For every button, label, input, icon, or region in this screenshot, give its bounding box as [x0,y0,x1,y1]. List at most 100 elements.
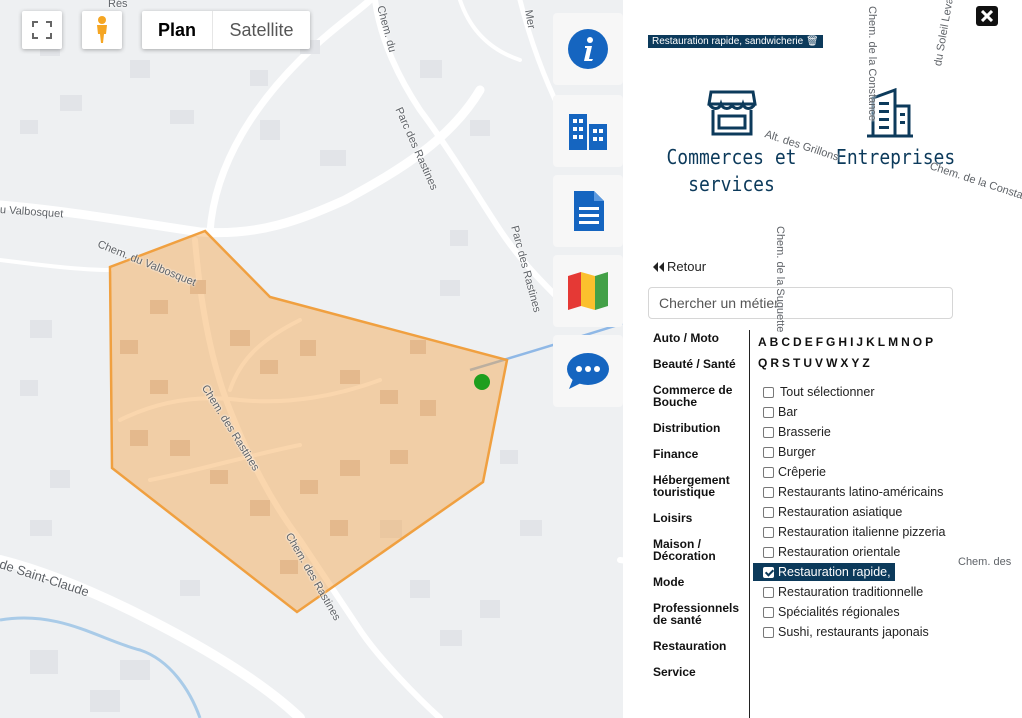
location-marker[interactable] [474,374,490,390]
tool-rail [553,13,623,718]
checkbox-label: Sushi, restaurants japonais [778,625,929,639]
map-type-satellite-button[interactable]: Satellite [213,11,310,49]
buildings-icon [569,114,607,150]
sector-label: Restauration [653,639,727,653]
checkbox[interactable] [763,526,774,538]
letter-d[interactable]: D [793,335,802,349]
letter-r[interactable]: R [770,356,779,370]
letter-u[interactable]: U [803,356,812,370]
checkbox-item-burger[interactable]: Burger [753,443,816,461]
checkbox[interactable] [763,606,774,618]
sector-label-2: touristique [653,485,715,499]
sector-commerce-bouche[interactable]: Commerce de Bouche [653,384,748,408]
chat-icon [567,353,609,389]
sector-label: Beauté / Santé [653,357,736,371]
chat-tool-button[interactable] [553,335,623,407]
checkbox[interactable] [763,506,774,518]
checkbox[interactable] [763,426,774,438]
checkbox-label: Spécialités régionales [778,605,900,619]
sector-auto-moto[interactable]: Auto / Moto [653,332,748,344]
sector-beaute-sante[interactable]: Beauté / Santé [653,358,748,370]
checkbox-item-italienne[interactable]: Restauration italienne pizzeria [753,523,945,541]
sector-mode[interactable]: Mode [653,576,748,588]
letter-v[interactable]: V [815,356,823,370]
info-icon [568,29,608,69]
category-commerces-label-2: services [688,172,775,196]
sector-label-2: Décoration [653,549,716,563]
letter-o[interactable]: O [913,335,922,349]
street-view-pegman[interactable] [82,11,122,49]
trade-search-input[interactable] [648,287,953,319]
letter-q[interactable]: Q [758,356,767,370]
checkbox[interactable] [763,586,774,598]
checkbox[interactable] [763,626,774,638]
sector-finance[interactable]: Finance [653,448,748,460]
letter-w[interactable]: W [826,356,837,370]
sector-maison-decoration[interactable]: Maison / Décoration [653,538,748,562]
checkbox-label: Restauration traditionnelle [778,585,924,599]
checkbox-label: Restauration asiatique [778,505,903,519]
letter-g[interactable]: G [826,335,835,349]
letter-k[interactable]: K [866,335,875,349]
checkbox-item-creperie[interactable]: Crêperie [753,463,826,481]
companies-tool-button[interactable] [553,95,623,167]
side-panel: Restauration rapide, sandwicherie 🗑 Comm… [623,0,1022,718]
category-entreprises-card[interactable]: Entreprises [830,88,956,171]
sector-professionnels-sante[interactable]: Professionnels de santé [653,602,748,626]
checkbox-item-traditionnelle[interactable]: Restauration traditionnelle [753,583,923,601]
letter-a[interactable]: A [758,335,767,349]
checkbox-item-regionales[interactable]: Spécialités régionales [753,603,900,621]
checkbox[interactable] [763,446,774,458]
column-divider [749,330,750,718]
sector-loisirs[interactable]: Loisirs [653,512,748,524]
checkbox-item-brasserie[interactable]: Brasserie [753,423,831,441]
letter-l[interactable]: L [878,335,885,349]
letter-y[interactable]: Y [851,356,859,370]
letter-c[interactable]: C [781,335,790,349]
fullscreen-icon [32,21,52,39]
checkbox-item-rapide[interactable]: Restauration rapide, [753,563,895,581]
checkbox-label: Brasserie [778,425,831,439]
letter-t[interactable]: T [793,356,800,370]
document-tool-button[interactable] [553,175,623,247]
letter-p[interactable]: P [925,335,933,349]
back-button[interactable]: Retour [653,259,706,274]
close-button[interactable] [976,6,998,26]
map-type-plan-button[interactable]: Plan [142,11,213,49]
letter-h[interactable]: H [838,335,847,349]
sector-distribution[interactable]: Distribution [653,422,748,434]
info-tool-button[interactable] [553,13,623,85]
letter-z[interactable]: Z [862,356,869,370]
letter-j[interactable]: J [856,335,863,349]
selected-filter-tag[interactable]: Restauration rapide, sandwicherie 🗑 [648,35,823,48]
letter-b[interactable]: B [770,335,779,349]
checkbox-checked[interactable] [763,566,774,578]
sector-restauration[interactable]: Restauration [653,640,748,652]
back-label: Retour [667,259,707,274]
checkbox[interactable] [763,386,774,398]
checkbox-item-select-all[interactable]: Tout sélectionner [753,383,875,401]
category-entreprises-label: Entreprises [836,145,956,169]
letter-i[interactable]: I [850,335,853,349]
checkbox-item-asiatique[interactable]: Restauration asiatique [753,503,902,521]
letter-m[interactable]: M [888,335,898,349]
letter-s[interactable]: S [782,356,790,370]
checkbox-item-bar[interactable]: Bar [753,403,797,421]
sector-service[interactable]: Service [653,666,748,678]
sector-hebergement[interactable]: Hébergement touristique [653,474,748,498]
letter-f[interactable]: F [816,335,823,349]
checkbox[interactable] [763,486,774,498]
checkbox[interactable] [763,546,774,558]
letter-n[interactable]: N [901,335,910,349]
checkbox-item-latino[interactable]: Restaurants latino-américains [753,483,943,501]
checkbox[interactable] [763,466,774,478]
checkbox-item-sushi[interactable]: Sushi, restaurants japonais [753,623,929,641]
checkbox-label: Restauration orientale [778,545,901,559]
checkbox-item-orientale[interactable]: Restauration orientale [753,543,900,561]
checkbox[interactable] [763,406,774,418]
letter-e[interactable]: E [805,335,813,349]
map-tool-button[interactable] [553,255,623,327]
letter-x[interactable]: X [840,356,848,370]
fullscreen-button[interactable] [22,11,62,49]
checkbox-label: Tout sélectionner [780,385,875,399]
